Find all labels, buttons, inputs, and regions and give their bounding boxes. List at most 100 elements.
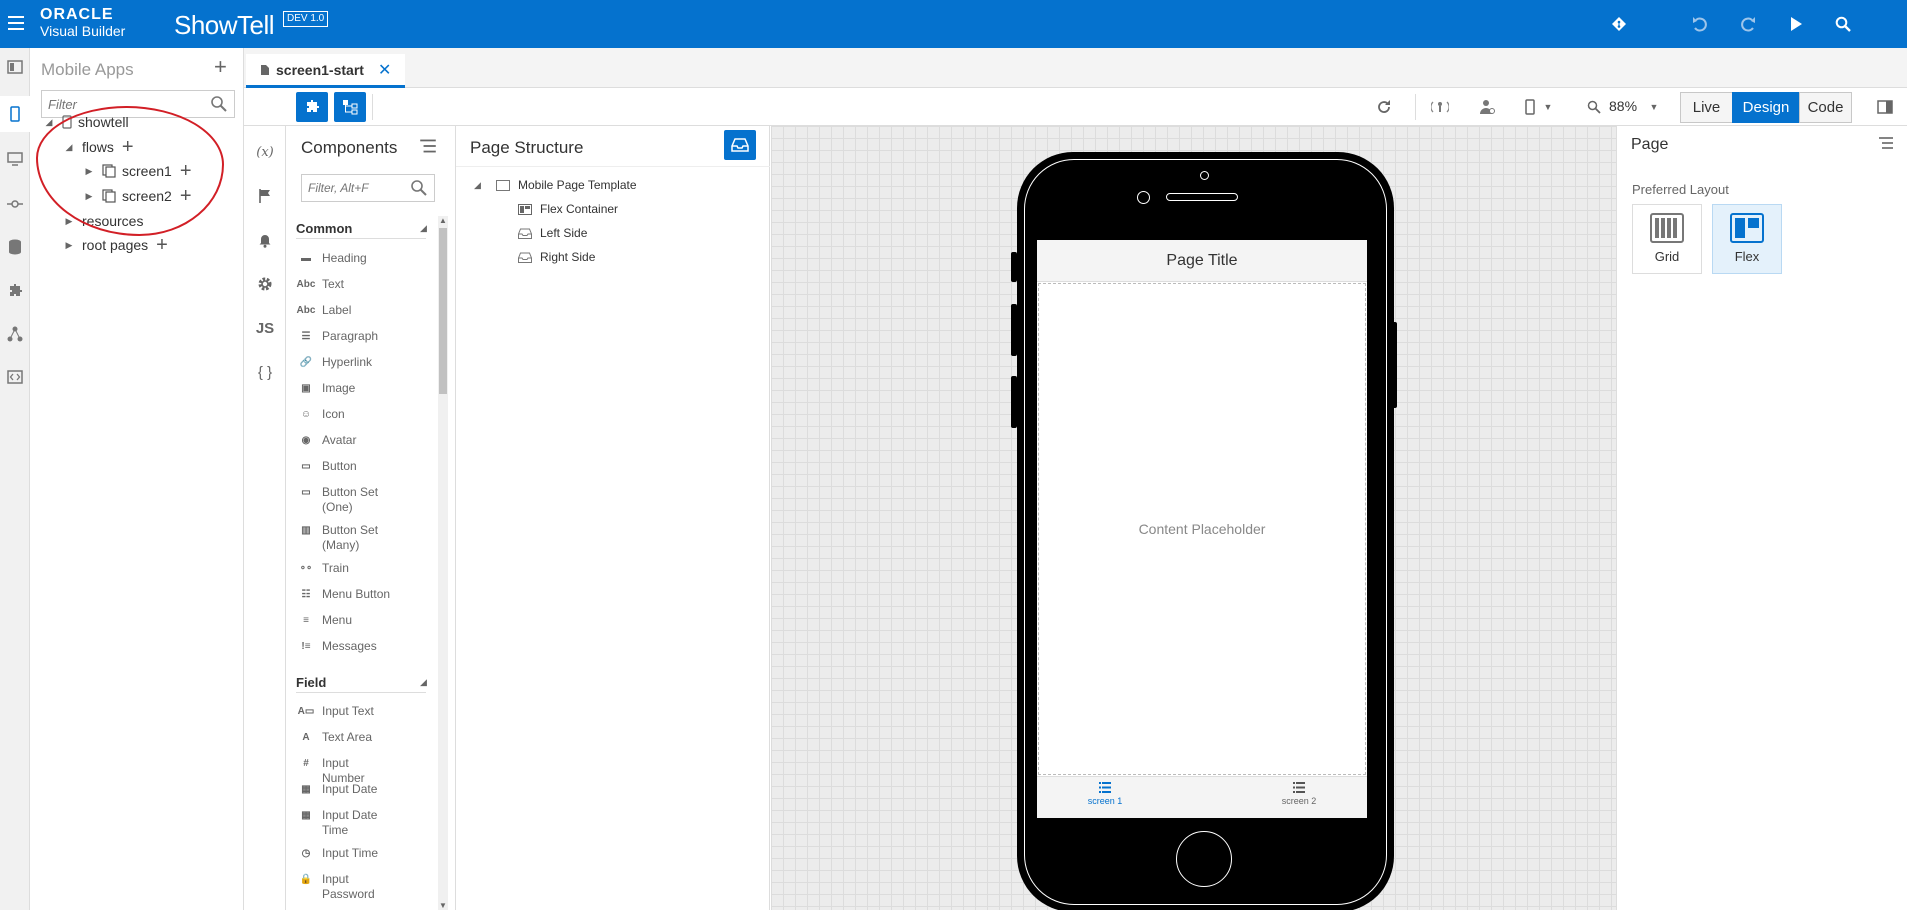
- run-icon[interactable]: [1784, 12, 1808, 36]
- palette-item-text-area[interactable]: A Text Area: [298, 730, 392, 745]
- palette-item-heading[interactable]: ▬ Heading: [298, 251, 392, 266]
- palette-item-input-date[interactable]: ▦ Input Date: [298, 782, 392, 797]
- tree-item-flows[interactable]: ◢ flows +: [64, 136, 134, 158]
- nav-item-screen2[interactable]: screen 2: [1259, 782, 1339, 806]
- expanded-triangle-icon[interactable]: ◢: [474, 180, 484, 191]
- redo-icon[interactable]: [1736, 12, 1760, 36]
- layout-option-grid[interactable]: Grid: [1632, 204, 1702, 274]
- structure-node-right-side[interactable]: Right Side: [518, 248, 595, 266]
- search-icon[interactable]: [1831, 12, 1855, 36]
- zoom-dropdown-chevron-down-icon[interactable]: ▼: [1644, 97, 1664, 117]
- palette-item-image[interactable]: ▣ Image: [298, 381, 392, 396]
- accessibility-icon[interactable]: [1430, 97, 1450, 117]
- source-icon[interactable]: [6, 368, 24, 386]
- events-flag-icon[interactable]: [255, 186, 275, 206]
- notification-bell-icon[interactable]: [255, 230, 275, 250]
- section-collapse-triangle-icon[interactable]: ◢: [420, 223, 427, 234]
- palette-item-input-password[interactable]: 🔒 Input Password: [298, 872, 392, 902]
- palette-item-button-set-one[interactable]: ▭ Button Set (One): [298, 485, 392, 515]
- palette-item-menu-button[interactable]: ☷ Menu Button: [298, 587, 392, 602]
- section-field[interactable]: Field: [296, 675, 326, 690]
- processes-icon[interactable]: [6, 325, 24, 343]
- palette-item-button[interactable]: ▭ Button: [298, 459, 392, 474]
- tab-screen1-start[interactable]: screen1-start ✕: [246, 54, 406, 88]
- page-title[interactable]: Page Title: [1037, 240, 1367, 282]
- collapsed-triangle-icon[interactable]: ▶: [84, 191, 94, 201]
- palette-item-label[interactable]: Abc Label: [297, 303, 392, 318]
- variables-icon[interactable]: (x): [255, 142, 275, 162]
- scrollbar-thumb[interactable]: [439, 228, 447, 394]
- nav-item-screen1[interactable]: screen 1: [1065, 782, 1145, 806]
- tree-item-screen1[interactable]: ▶ screen1 +: [84, 160, 192, 182]
- add-mobile-app-button[interactable]: +: [214, 54, 227, 80]
- collapsed-triangle-icon[interactable]: ▶: [64, 240, 74, 250]
- structure-node-mobile-page-template[interactable]: ◢ Mobile Page Template: [474, 176, 637, 194]
- layout-option-flex[interactable]: Flex: [1712, 204, 1782, 274]
- scroll-down-arrow-icon[interactable]: ▼: [439, 901, 447, 910]
- tree-item-screen2[interactable]: ▶ screen2 +: [84, 185, 192, 207]
- device-phone-icon[interactable]: [1520, 97, 1540, 117]
- palette-item-button-set-many[interactable]: ▥ Button Set (Many): [298, 523, 392, 553]
- palette-item-menu[interactable]: ≡ Menu: [298, 613, 392, 628]
- hamburger-menu-icon[interactable]: [8, 16, 24, 30]
- mobile-apps-icon[interactable]: [6, 105, 24, 123]
- design-canvas[interactable]: Page Title Content Placeholder screen 1 …: [771, 126, 1616, 910]
- page-structure-panel: Page Structure ◢ Mobile Page Template Fl…: [456, 126, 770, 910]
- palette-menu-icon[interactable]: [418, 136, 438, 156]
- service-connections-icon[interactable]: [6, 195, 24, 213]
- scroll-up-arrow-icon[interactable]: ▲: [439, 216, 447, 225]
- toolbar-separator: [372, 94, 373, 120]
- javascript-icon[interactable]: JS: [255, 318, 275, 338]
- section-common[interactable]: Common: [296, 221, 352, 236]
- close-tab-icon[interactable]: ✕: [378, 60, 391, 80]
- components-icon[interactable]: [6, 282, 24, 300]
- content-placeholder[interactable]: Content Placeholder: [1038, 283, 1366, 775]
- palette-item-paragraph[interactable]: ☰ Paragraph: [298, 329, 392, 344]
- web-apps-icon[interactable]: [6, 58, 24, 76]
- palette-item-input-date-time[interactable]: ▦ Input Date Time: [298, 808, 392, 838]
- palette-item-messages[interactable]: !≡ Messages: [298, 639, 392, 654]
- expanded-triangle-icon[interactable]: ◢: [64, 142, 74, 152]
- palette-item-text[interactable]: Abc Text: [297, 277, 392, 292]
- collapsed-triangle-icon[interactable]: ▶: [84, 166, 94, 176]
- palette-filter-input[interactable]: [302, 175, 402, 201]
- live-mode-button[interactable]: Live: [1680, 92, 1733, 123]
- device-dropdown-chevron-down-icon[interactable]: ▼: [1538, 97, 1558, 117]
- add-flow-button[interactable]: +: [122, 137, 134, 157]
- properties-panel-toggle-icon[interactable]: [1875, 97, 1895, 117]
- desktop-icon[interactable]: [6, 150, 24, 168]
- bottom-navigation: screen 1 screen 2: [1037, 776, 1367, 818]
- tree-item-showtell[interactable]: ◢ showtell: [44, 111, 129, 133]
- settings-gear-icon[interactable]: [255, 274, 275, 294]
- add-page-button[interactable]: +: [180, 161, 192, 181]
- tree-item-resources[interactable]: ▶ resources: [64, 210, 144, 232]
- palette-item-hyperlink[interactable]: 🔗 Hyperlink: [298, 355, 392, 370]
- palette-item-input-time[interactable]: ◷ Input Time: [298, 846, 392, 861]
- palette-scrollbar[interactable]: ▲ ▼: [438, 216, 448, 910]
- user-roles-icon[interactable]: [1477, 97, 1497, 117]
- add-root-page-button[interactable]: +: [156, 235, 168, 255]
- add-page-button[interactable]: +: [180, 186, 192, 206]
- expanded-triangle-icon[interactable]: ◢: [44, 117, 54, 127]
- palette-item-input-text[interactable]: A▭ Input Text: [298, 704, 392, 719]
- palette-item-avatar[interactable]: ◉ Avatar: [298, 433, 392, 448]
- zoom-level[interactable]: 88%: [1609, 98, 1637, 114]
- business-objects-icon[interactable]: [6, 238, 24, 256]
- properties-menu-icon[interactable]: [1877, 136, 1895, 150]
- refresh-icon[interactable]: [1374, 97, 1394, 117]
- design-mode-button[interactable]: Design: [1732, 92, 1800, 123]
- palette-item-train[interactable]: ∘∘ Train: [298, 561, 392, 576]
- structure-inbox-button[interactable]: [724, 130, 756, 160]
- tree-item-root-pages[interactable]: ▶ root pages +: [64, 234, 168, 256]
- structure-node-flex-container[interactable]: Flex Container: [518, 200, 618, 218]
- undo-icon[interactable]: [1688, 12, 1712, 36]
- structure-node-left-side[interactable]: Left Side: [518, 224, 587, 242]
- structure-toggle-button[interactable]: [334, 92, 366, 122]
- components-toggle-button[interactable]: [296, 92, 328, 122]
- section-collapse-triangle-icon[interactable]: ◢: [420, 677, 427, 688]
- json-icon[interactable]: { }: [255, 362, 275, 382]
- code-mode-button[interactable]: Code: [1799, 92, 1852, 123]
- collapsed-triangle-icon[interactable]: ▶: [64, 216, 74, 226]
- palette-item-icon[interactable]: ☺ Icon: [298, 407, 392, 422]
- git-icon[interactable]: [1607, 12, 1631, 36]
